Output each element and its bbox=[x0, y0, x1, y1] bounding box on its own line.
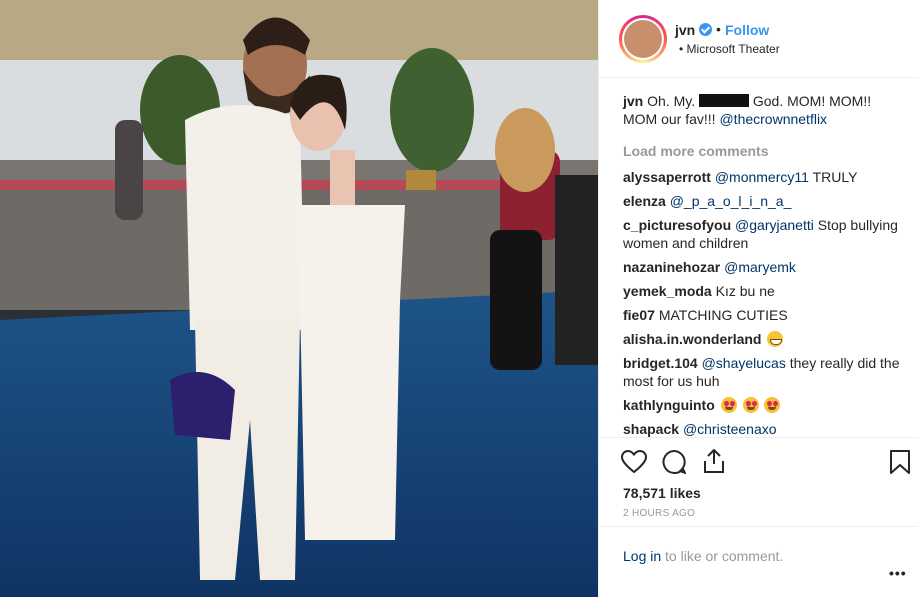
comment-mention[interactable]: @garyjanetti bbox=[735, 217, 814, 233]
caption-text-before: Oh. My. bbox=[647, 93, 696, 109]
heart-eyes-emoji-icon bbox=[742, 397, 759, 413]
comment-username[interactable]: nazaninehozar bbox=[623, 259, 720, 275]
comment-icon[interactable] bbox=[661, 449, 687, 475]
comment: yemek_moda Kız bu ne bbox=[623, 282, 908, 300]
comments-list: jvn Oh. My. God. MOM! MOM!! MOM our fav!… bbox=[623, 92, 908, 444]
avatar[interactable] bbox=[622, 18, 664, 60]
heart-eyes-emoji-icon bbox=[764, 397, 781, 413]
comment: elenza @_p_a_o_l_i_n_a_ bbox=[623, 192, 908, 210]
comment: nazaninehozar @maryemk bbox=[623, 258, 908, 276]
comment-mention[interactable]: @maryemk bbox=[724, 259, 796, 275]
post-header: jvn • Follow • Microsoft Theater bbox=[599, 0, 918, 78]
header-separator: • bbox=[716, 21, 721, 37]
comment-mention[interactable]: @monmercy11 bbox=[715, 169, 809, 185]
login-rest: to like or comment. bbox=[665, 548, 784, 564]
post-timestamp[interactable]: 2 HOURS AGO bbox=[623, 508, 695, 519]
comment-text: Kız bu ne bbox=[715, 283, 775, 299]
heart-eyes-emoji-icon bbox=[720, 397, 737, 413]
likes-count[interactable]: 78,571 likes bbox=[623, 485, 701, 501]
comment-username[interactable]: fie07 bbox=[623, 307, 655, 323]
comment: alyssaperrott @monmercy11 TRULY bbox=[623, 168, 908, 186]
login-prompt: Log in to like or comment. ••• bbox=[599, 526, 918, 597]
comment-mention[interactable]: @_p_a_o_l_i_n_a_ bbox=[670, 193, 792, 209]
comment-mention[interactable]: @christeenaxo bbox=[683, 421, 777, 437]
caption-username[interactable]: jvn bbox=[623, 93, 643, 109]
heart-icon[interactable] bbox=[621, 450, 647, 474]
comment: shapack @christeenaxo bbox=[623, 420, 908, 438]
comment-username[interactable]: yemek_moda bbox=[623, 283, 712, 299]
comment-username[interactable]: alisha.in.wonderland bbox=[623, 331, 761, 347]
post-photo[interactable] bbox=[0, 0, 598, 597]
more-options-icon[interactable]: ••• bbox=[889, 565, 907, 581]
caption-mention[interactable]: @thecrownnetflix bbox=[719, 111, 827, 127]
bookmark-icon[interactable] bbox=[889, 449, 911, 475]
story-ring[interactable] bbox=[619, 15, 667, 63]
comment: fie07 MATCHING CUTIES bbox=[623, 306, 908, 324]
post-image bbox=[0, 0, 598, 597]
grinning-emoji-icon bbox=[767, 331, 784, 347]
comment-username[interactable]: alyssaperrott bbox=[623, 169, 711, 185]
location-separator: • bbox=[679, 42, 684, 56]
comment-username[interactable]: c_picturesofyou bbox=[623, 217, 731, 233]
location-link[interactable]: • Microsoft Theater bbox=[679, 42, 780, 56]
comment-username[interactable]: elenza bbox=[623, 193, 666, 209]
post-author-username[interactable]: jvn bbox=[675, 22, 695, 38]
location-name[interactable]: Microsoft Theater bbox=[687, 42, 780, 56]
comment: kathlynguinto bbox=[623, 396, 908, 414]
comment-username[interactable]: shapack bbox=[623, 421, 679, 437]
comment-username[interactable]: kathlynguinto bbox=[623, 397, 715, 413]
comment: alisha.in.wonderland bbox=[623, 330, 908, 348]
caption: jvn Oh. My. God. MOM! MOM!! MOM our fav!… bbox=[623, 92, 908, 128]
login-text: Log in to like or comment. bbox=[623, 548, 783, 564]
verified-badge-icon bbox=[699, 23, 712, 36]
comment-text: TRULY bbox=[812, 169, 858, 185]
share-icon[interactable] bbox=[702, 448, 726, 474]
comment: c_picturesofyou @garyjanetti Stop bullyi… bbox=[623, 216, 908, 252]
avatar-image bbox=[624, 20, 662, 58]
redaction-bar bbox=[698, 94, 749, 107]
load-more-comments-button[interactable]: Load more comments bbox=[623, 142, 908, 160]
post-sidebar: jvn • Follow • Microsoft Theater jvn Oh.… bbox=[598, 0, 918, 597]
login-link[interactable]: Log in bbox=[623, 548, 661, 564]
comment-text: MATCHING CUTIES bbox=[658, 307, 788, 323]
follow-button[interactable]: Follow bbox=[725, 22, 769, 38]
comment-mention[interactable]: @shayelucas bbox=[702, 355, 786, 371]
comment-username[interactable]: bridget.104 bbox=[623, 355, 698, 371]
comment: bridget.104 @shayelucas they really did … bbox=[623, 354, 908, 390]
